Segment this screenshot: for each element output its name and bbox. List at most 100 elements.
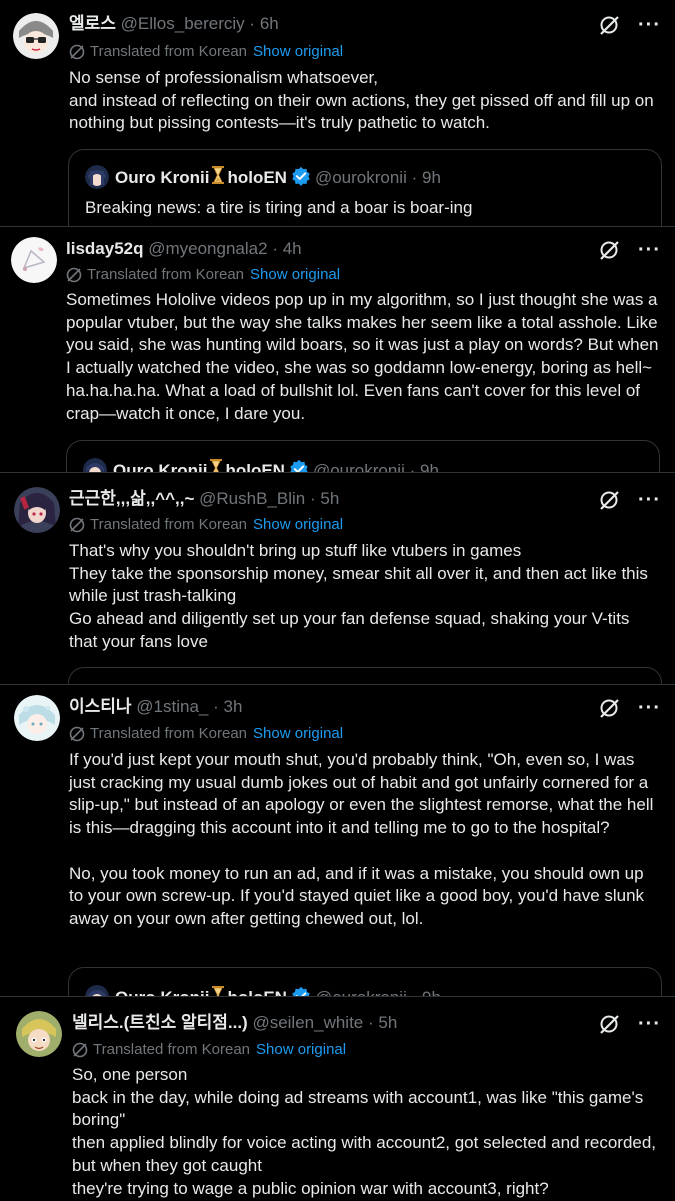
post-3[interactable]: 근근한,,,삶,,^^,,~ @RushB_Blin · 5h ··· Tran… [0,472,675,685]
avatar[interactable] [14,695,60,741]
post-4[interactable]: 이스티나 @1stina_ · 3h ··· Translated from K… [0,684,675,997]
hourglass-icon [211,165,225,185]
post-header: 이스티나 @1stina_ · 3h [69,696,242,718]
translate-icon [72,1042,88,1058]
post-actions: ··· [598,489,661,511]
quoted-text: Breaking news: a tire is tiring and a bo… [85,198,473,217]
quoted-tweet[interactable]: Ouro KroniiholoEN@ourokronii · 9h [66,440,660,473]
paragraph: They take the sponsorship money, smear s… [69,563,648,606]
user-handle[interactable]: @myeongnala2 [148,239,267,258]
grok-icon[interactable] [598,489,620,511]
timestamp[interactable]: 4h [283,239,302,258]
paragraph: they're trying to wage a public opinion … [72,1178,549,1198]
post-1[interactable]: 엘로스 @Ellos_bererciy · 6h ··· Translated … [0,0,675,226]
translated-label: Translated from Korean [90,43,248,60]
post-header: 엘로스 @Ellos_bererciy · 6h [69,13,279,35]
grok-icon[interactable] [598,14,620,36]
post-text: That's why you shouldn't bring up stuff … [69,540,661,654]
paragraph: That's why you shouldn't bring up stuff … [69,541,522,560]
timestamp[interactable]: 5h [378,1013,397,1032]
verified-badge-icon [289,459,309,473]
verified-badge-icon [291,166,311,186]
quoted-name-suffix: holoEN [227,168,287,187]
translated-label: Translated from Korean [90,725,248,742]
timestamp[interactable]: 5h [320,489,339,508]
more-icon[interactable]: ··· [638,698,661,718]
quoted-time: 9h [422,168,441,187]
quoted-name: Ouro Kronii [115,168,210,187]
grok-icon[interactable] [598,1013,620,1035]
timestamp[interactable]: 3h [224,697,243,716]
avatar[interactable] [14,487,60,533]
paragraph: If you'd just kept your mouth shut, you'… [69,750,654,838]
quoted-tweet[interactable]: Ouro KroniiholoEN@ourokronii · 9h [68,967,662,997]
user-handle[interactable]: @Ellos_bererciy [121,14,245,33]
translation-bar: Translated from Korean Show original [69,42,343,62]
more-icon[interactable]: ··· [638,15,661,35]
paragraph: No sense of professionalism whatsoever, [69,68,378,87]
post-actions: ··· [598,697,661,719]
grok-icon[interactable] [598,697,620,719]
paragraph: back in the day, while doing ad streams … [72,1087,644,1130]
display-name[interactable]: 근근한,,,삶,,^^,,~ [69,489,194,508]
post-text: If you'd just kept your mouth shut, you'… [69,749,661,931]
separator-dot: · [368,1013,374,1032]
separator-dot: · [272,239,278,258]
translation-bar: Translated from Korean Show original [69,515,343,535]
quoted-avatar [85,165,109,189]
post-header: 근근한,,,삶,,^^,,~ @RushB_Blin · 5h [69,488,339,510]
quoted-tweet[interactable] [68,667,662,685]
paragraph: Go ahead and diligently set up your fan … [69,609,630,651]
show-original-link[interactable]: Show original [253,725,343,742]
grok-icon[interactable] [598,239,620,261]
post-text: So, one person back in the day, while do… [72,1064,661,1200]
user-handle[interactable]: @RushB_Blin [199,489,305,508]
avatar[interactable] [16,1011,62,1057]
show-original-link[interactable]: Show original [250,266,340,283]
post-header: 넬리스.(트친소 알티점...) @seilen_white · 5h [72,1012,397,1034]
timestamp[interactable]: 6h [260,14,279,33]
display-name[interactable]: 이스티나 [69,697,132,716]
display-name[interactable]: 넬리스.(트친소 알티점...) [72,1013,248,1032]
post-text: Sometimes Hololive videos pop up in my a… [66,289,661,425]
avatar[interactable] [11,237,57,283]
quoted-header: Ouro KroniiholoEN@ourokronii · 9h [83,458,439,473]
user-handle[interactable]: @seilen_white [252,1013,363,1032]
separator-dot: · [249,14,256,33]
quoted-tweet[interactable]: Ouro Kronii holoEN @ourokronii · 9h Breaki… [68,149,662,226]
display-name[interactable]: lisday52q [66,239,144,258]
translated-label: Translated from Korean [90,516,248,533]
post-actions: ··· [598,14,661,36]
show-original-link[interactable]: Show original [253,43,343,60]
post-2[interactable]: lisday52q @myeongnala2 · 4h ··· Translat… [0,226,675,473]
post-5[interactable]: 넬리스.(트친소 알티점...) @seilen_white · 5h ··· … [0,996,675,1201]
translated-label: Translated from Korean [87,266,245,283]
post-header: lisday52q @myeongnala2 · 4h [66,238,302,260]
separator-dot: · [309,489,316,508]
translate-icon [69,726,85,742]
paragraph: Sometimes Hololive videos pop up in my a… [66,290,659,423]
post-actions: ··· [598,1013,661,1035]
translation-bar: Translated from Korean Show original [72,1040,346,1060]
quoted-header: Ouro KroniiholoEN@ourokronii · 9h [85,165,441,189]
show-original-link[interactable]: Show original [256,1041,346,1058]
post-actions: ··· [598,239,661,261]
user-handle[interactable]: @1stina_ [136,697,208,716]
translate-icon [66,267,82,283]
more-icon[interactable]: ··· [638,240,661,260]
paragraph: and instead of reflecting on their own a… [69,90,654,133]
more-icon[interactable]: ··· [638,490,661,510]
separator-dot: · [213,697,219,716]
translation-bar: Translated from Korean Show original [66,265,340,285]
paragraph: then applied blindly for voice acting wi… [72,1133,657,1175]
show-original-link[interactable]: Show original [253,516,343,533]
display-name[interactable]: 엘로스 [69,14,116,33]
translate-icon [69,517,85,533]
translate-icon [69,44,85,60]
paragraph: No, you took money to run an ad, and if … [69,863,645,928]
translated-label: Translated from Korean [93,1041,251,1058]
more-icon[interactable]: ··· [638,1014,661,1034]
quoted-handle: @ourokronii [314,168,407,187]
avatar[interactable] [13,13,59,59]
